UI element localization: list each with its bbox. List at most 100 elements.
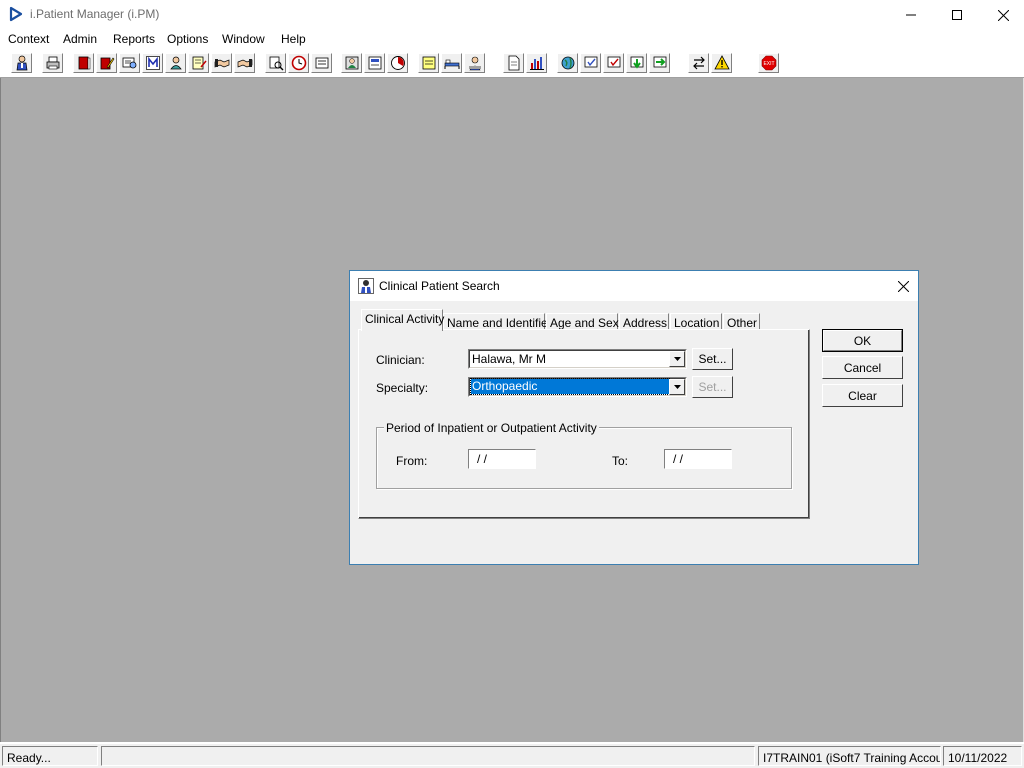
exit-icon: EXIT [761,55,776,71]
window-titlebar: i.Patient Manager (i.PM) [0,0,1024,30]
printer-icon [46,56,59,70]
nurse-icon [468,56,481,71]
toolbar-check-doc-2-button[interactable] [603,53,624,73]
toolbar-form-button[interactable] [364,53,385,73]
exit-label: EXIT [763,61,774,67]
toolbar-globe-button[interactable] [557,53,578,73]
menu-admin[interactable]: Admin [63,32,97,46]
specialty-dropdown-button[interactable] [669,379,685,395]
toolbar-handshake-button[interactable] [211,53,232,73]
toolbar-green-arrow-doc-2-button[interactable] [649,53,670,73]
status-account: I7TRAIN01 (iSoft7 Training Account) [758,746,941,766]
toolbar-m-button[interactable] [142,53,163,73]
green-arrow-doc-icon [630,56,643,69]
book-icon [78,56,90,70]
to-date-field[interactable]: / / [664,449,732,469]
specialty-combo[interactable]: Orthopaedic [468,377,687,397]
check-doc-icon [584,56,597,68]
toolbar-bed-button[interactable] [441,53,462,73]
toolbar-warning-button[interactable] [711,53,732,73]
close-icon [897,280,909,292]
portrait-icon [345,56,358,70]
patient-icon [16,55,27,71]
green-arrow-doc-2-icon [653,56,666,68]
from-date-field[interactable]: / / [468,449,536,469]
toolbar-notes-button[interactable] [188,53,209,73]
clinician-set-button[interactable]: Set... [692,348,733,370]
toolbar-print-button[interactable] [42,53,63,73]
toolbar-patient-button[interactable] [11,53,32,73]
clear-button[interactable]: Clear [822,384,903,407]
edit-book-icon [100,57,114,70]
close-icon [997,9,1009,21]
minimize-button[interactable] [888,0,934,30]
minimize-icon [906,14,916,16]
tab-clinical-activity[interactable]: Clinical Activity [361,309,444,331]
handshake-2-icon [237,59,252,68]
cancel-button[interactable]: Cancel [822,356,903,379]
toolbar-list-button[interactable] [311,53,332,73]
magnify-doc-icon [269,56,283,71]
toolbar-magnify-doc-button[interactable] [265,53,286,73]
toolbar-check-doc-button[interactable] [580,53,601,73]
toolbar-handshake-2-button[interactable] [234,53,255,73]
bar-chart-icon [529,57,544,70]
warning-icon [713,55,730,70]
handshake-icon [214,59,229,68]
toolbar-notepad-button[interactable] [418,53,439,73]
toolbar-transfer-button[interactable] [688,53,709,73]
menu-options[interactable]: Options [167,32,208,46]
notes-icon [192,56,207,70]
status-bar: Ready... I7TRAIN01 (iSoft7 Training Acco… [0,744,1024,768]
transfer-arrows-icon [692,56,705,70]
clinician-value: Halawa, Mr M [472,352,547,366]
menu-context[interactable]: Context [8,32,49,46]
from-date-value: / / [477,452,488,466]
doctor-icon [358,278,374,294]
person-card-icon [169,56,182,70]
toolbar-clock-button[interactable] [288,53,309,73]
toolbar-document-button[interactable] [503,53,524,73]
bed-icon [444,59,459,69]
close-window-button[interactable] [980,0,1024,30]
form-icon [368,56,381,70]
toolbar-book-button[interactable] [73,53,94,73]
ok-button[interactable]: OK [822,329,903,352]
chevron-down-icon [673,357,681,361]
dial-icon [390,56,405,70]
to-label: To: [612,454,629,468]
toolbar-nurse-button[interactable] [464,53,485,73]
clinician-dropdown-button[interactable] [669,351,685,367]
document-icon [508,55,519,71]
letter-m-icon [145,56,160,70]
search-card-icon [122,57,136,69]
toolbar: EXIT [0,50,1024,78]
menu-help[interactable]: Help [281,32,306,46]
from-label: From: [396,454,428,468]
list-icon [315,57,328,69]
toolbar-edit-book-button[interactable] [96,53,117,73]
menu-window[interactable]: Window [222,32,265,46]
menu-reports[interactable]: Reports [113,32,155,46]
specialty-set-button[interactable]: Set... [692,376,733,398]
toolbar-green-arrow-doc-button[interactable] [626,53,647,73]
dialog-titlebar: Clinical Patient Search [350,271,918,301]
specialty-label: Specialty: [376,381,429,395]
globe-icon [561,56,574,70]
toolbar-dial-button[interactable] [387,53,408,73]
dialog-close-button[interactable] [888,271,918,301]
check-doc-2-icon [607,56,620,68]
status-message: Ready... [2,746,98,766]
clinician-combo[interactable]: Halawa, Mr M [468,349,687,369]
dialog-title: Clinical Patient Search [379,279,500,293]
status-blank-pane [101,746,755,766]
toolbar-portrait-button[interactable] [341,53,362,73]
toolbar-search-card-button[interactable] [119,53,140,73]
to-date-value: / / [673,452,684,466]
toolbar-bar-chart-button[interactable] [526,53,547,73]
notepad-icon [422,56,435,70]
toolbar-exit-button[interactable]: EXIT [758,53,779,73]
specialty-value: Orthopaedic [470,378,670,395]
maximize-button[interactable] [934,0,980,30]
toolbar-person-card-button[interactable] [165,53,186,73]
